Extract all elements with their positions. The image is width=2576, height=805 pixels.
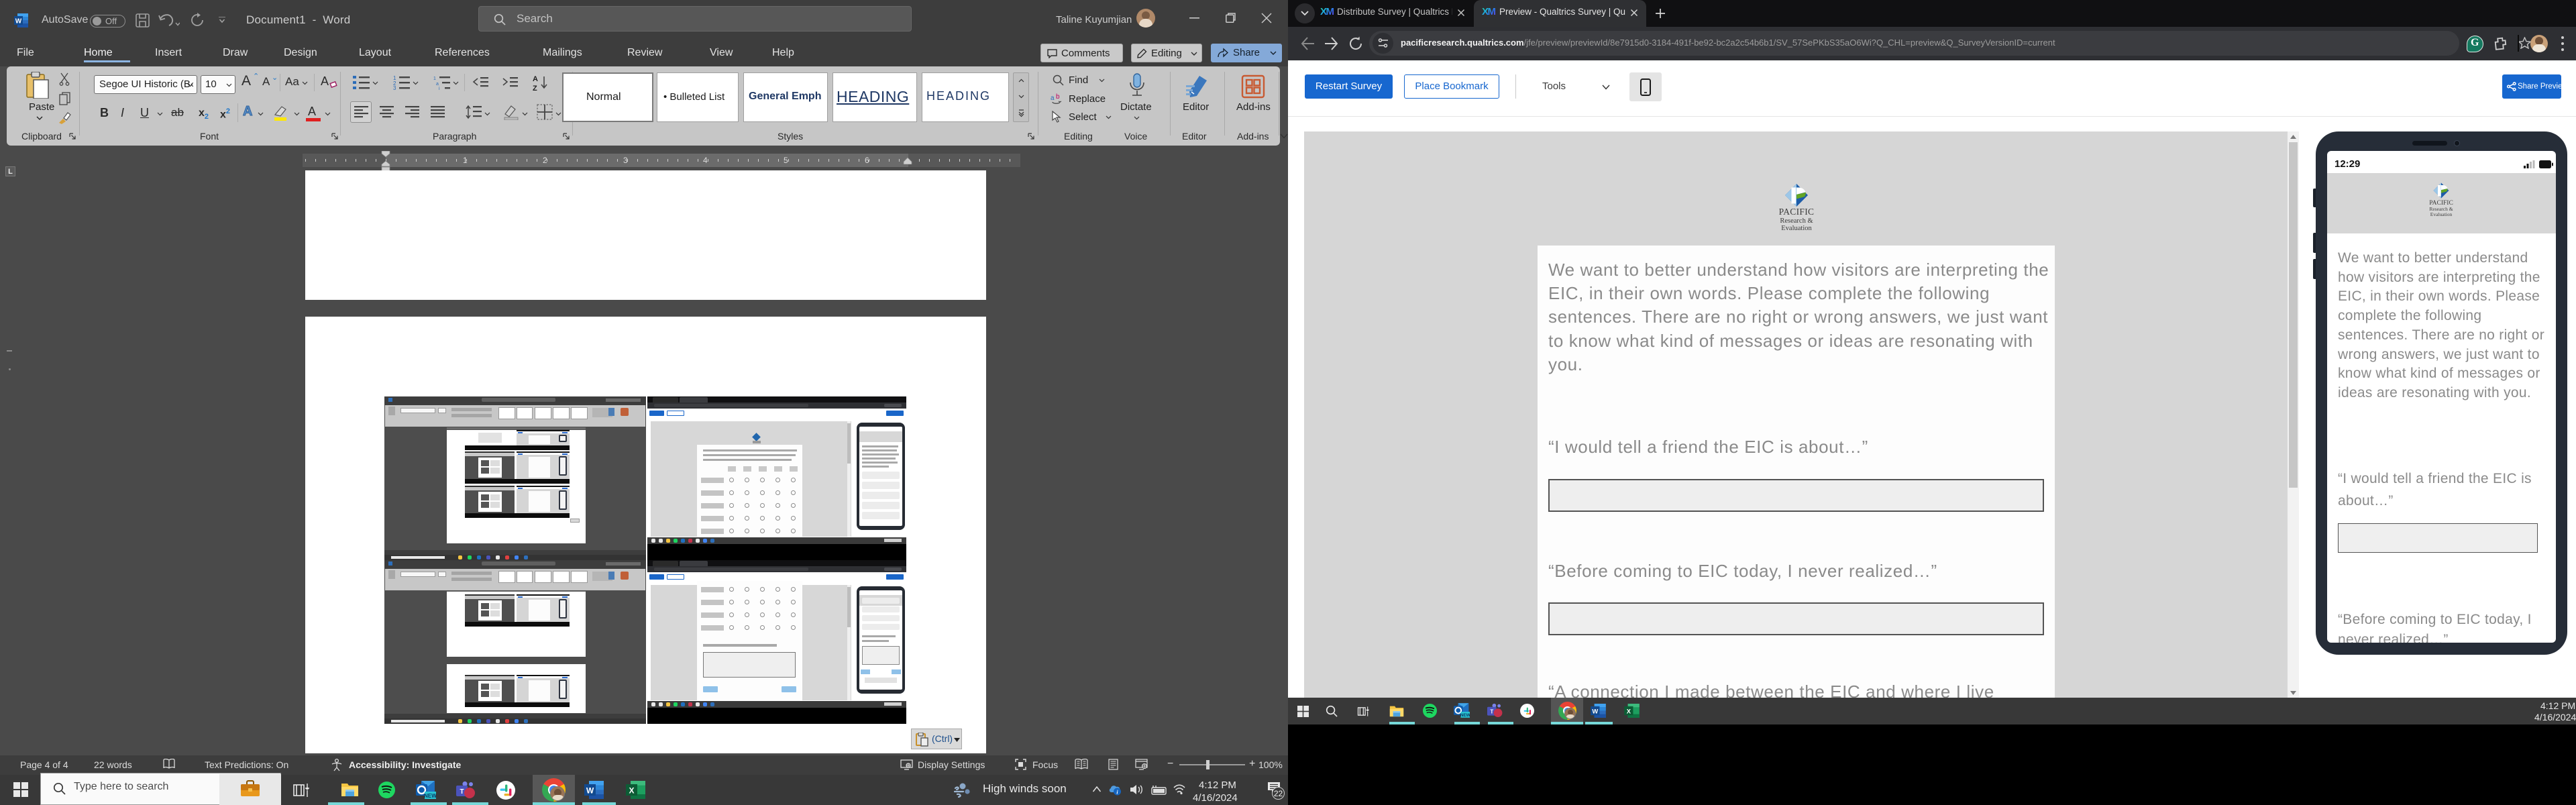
svg-text:NEW: NEW [1460,713,1470,718]
svg-text:Research &: Research & [1780,217,1813,225]
svg-text:Z: Z [533,85,537,91]
svg-text:a: a [436,82,439,87]
svg-text:3: 3 [393,85,396,90]
svg-text:NEW: NEW [424,793,436,799]
svg-text:W: W [586,786,594,796]
svg-text:T: T [460,788,464,796]
svg-text:W: W [15,18,22,25]
svg-text:b: b [1056,93,1060,101]
svg-text:PACIFIC: PACIFIC [1779,207,1815,217]
svg-text:X: X [1627,708,1631,714]
svg-text:a: a [1051,95,1055,102]
svg-text:T: T [1490,708,1493,714]
svg-text:i: i [439,87,440,90]
svg-text:X: X [629,786,634,796]
svg-text:Evaluation: Evaluation [2430,211,2453,217]
svg-text:W: W [1592,708,1598,714]
svg-text:Evaluation: Evaluation [1781,225,1812,232]
svg-text:A: A [533,75,538,83]
svg-text:1: 1 [433,76,436,81]
